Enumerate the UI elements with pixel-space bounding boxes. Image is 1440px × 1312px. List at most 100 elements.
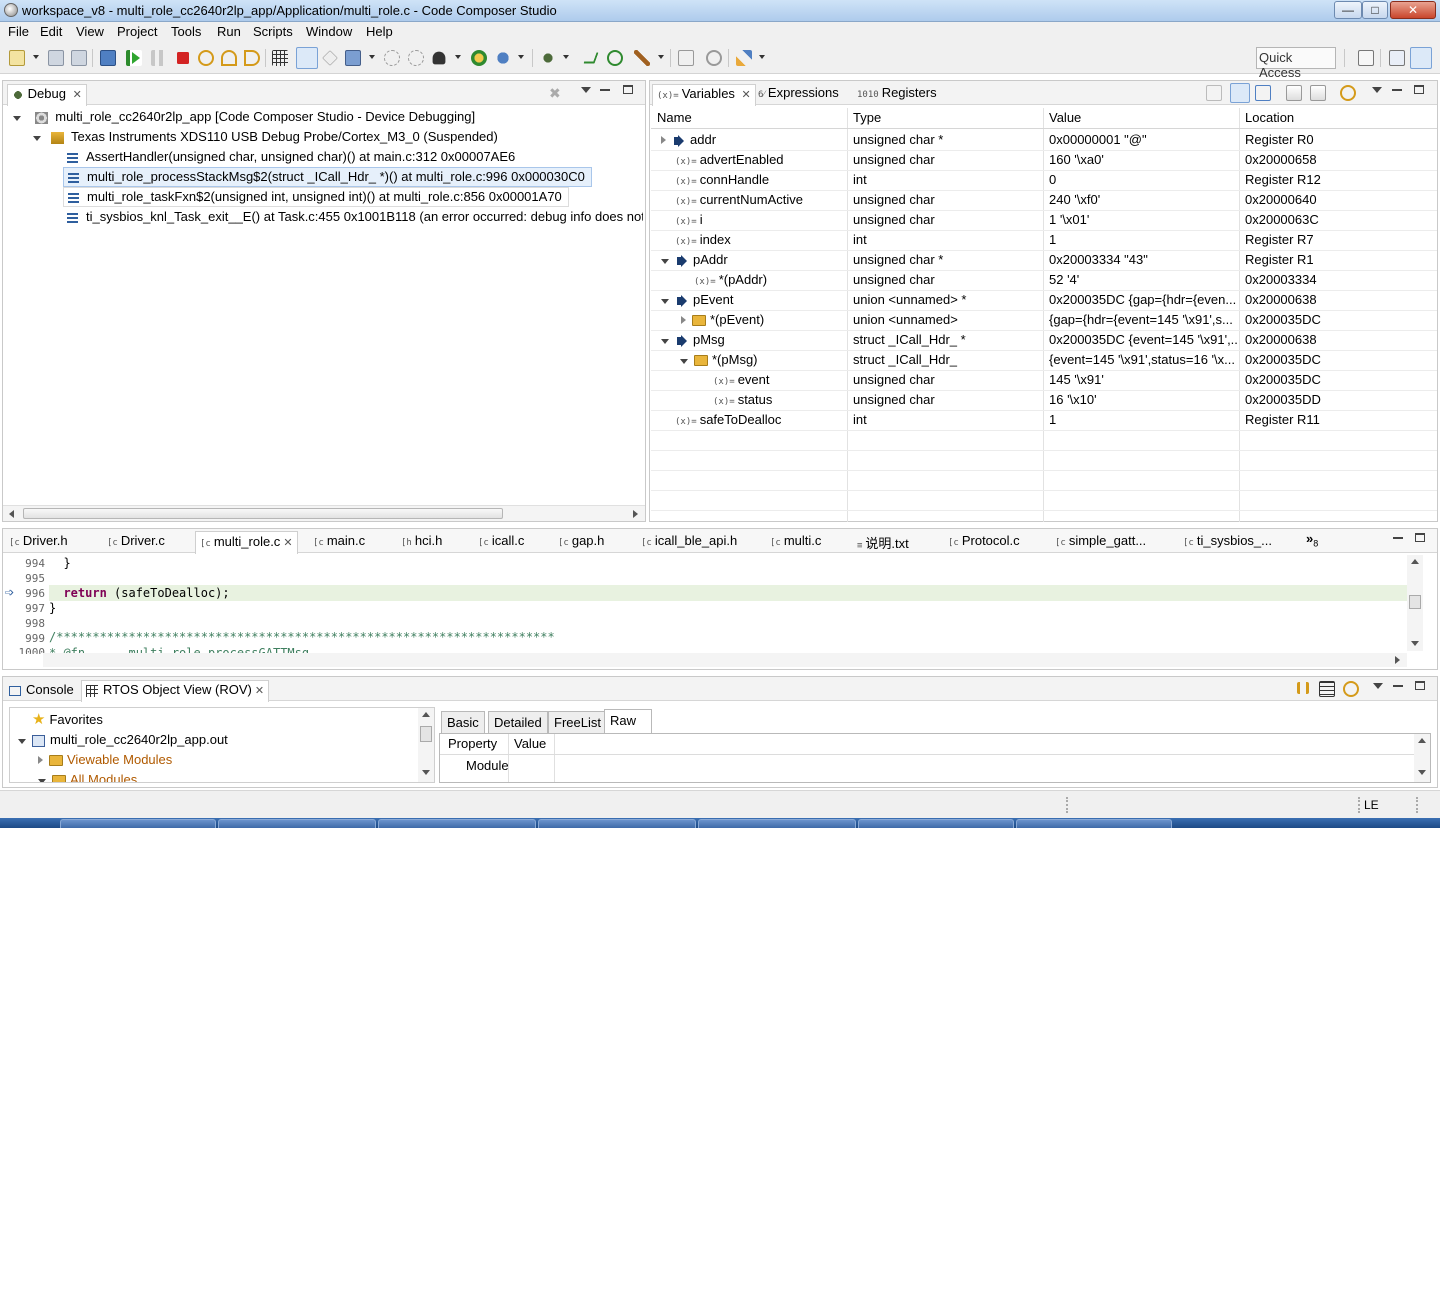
view-menu-icon[interactable] bbox=[1373, 683, 1383, 689]
save-table-icon[interactable] bbox=[1319, 681, 1335, 697]
collapse-icon[interactable] bbox=[661, 299, 669, 304]
scroll-up-icon[interactable] bbox=[1411, 559, 1419, 564]
table-row[interactable]: addr bbox=[661, 130, 847, 150]
external-tool-dropdown-icon[interactable] bbox=[518, 55, 524, 59]
taskbar-button[interactable] bbox=[218, 819, 376, 828]
table-row[interactable]: pEvent bbox=[661, 290, 847, 310]
debug-bug-icon[interactable] bbox=[432, 51, 446, 65]
stack-frame-row[interactable]: AssertHandler(unsigned char, unsigned ch… bbox=[67, 147, 515, 167]
scroll-right-icon[interactable] bbox=[633, 510, 638, 518]
expand-icon[interactable] bbox=[681, 316, 686, 324]
var-value[interactable]: {gap={hdr={event=145 '\x91',s... bbox=[1049, 310, 1239, 330]
taskbar-button[interactable] bbox=[60, 819, 216, 828]
var-value[interactable]: 52 '4' bbox=[1049, 270, 1239, 290]
collapse-icon[interactable] bbox=[661, 259, 669, 264]
collapse-icon[interactable] bbox=[18, 739, 26, 744]
var-value[interactable]: 145 '\x91' bbox=[1049, 370, 1239, 390]
taskbar-button[interactable] bbox=[858, 819, 1014, 828]
menu-file[interactable]: File bbox=[8, 24, 29, 39]
tab-expressions[interactable]: 6⁄ Expressions bbox=[758, 85, 839, 100]
close-button[interactable]: ✕ bbox=[1390, 1, 1436, 19]
table-row[interactable]: (x)= advertEnabled bbox=[675, 150, 847, 170]
property-cell[interactable]: Module bbox=[466, 756, 508, 776]
load-dropdown-icon[interactable] bbox=[369, 55, 375, 59]
add-global-icon[interactable] bbox=[1286, 85, 1302, 101]
pen-tool-icon[interactable] bbox=[736, 50, 752, 66]
maximize-icon[interactable] bbox=[1415, 681, 1425, 690]
table-row[interactable]: (x)= index bbox=[675, 230, 847, 250]
menu-tools[interactable]: Tools bbox=[171, 24, 201, 39]
code-line[interactable]: } bbox=[49, 556, 70, 570]
var-value[interactable]: 1 bbox=[1049, 410, 1239, 430]
table-row[interactable]: (x)= event bbox=[713, 370, 847, 390]
pause-icon[interactable] bbox=[1297, 682, 1309, 694]
tab-gap-h[interactable]: [c gap.h bbox=[558, 533, 604, 548]
step-icon[interactable] bbox=[583, 52, 599, 64]
terminate-icon[interactable] bbox=[177, 52, 189, 64]
reset-icon[interactable] bbox=[384, 50, 400, 66]
table-row[interactable]: (x)= connHandle bbox=[675, 170, 847, 190]
stack-frame-row[interactable]: ti_sysbios_knl_Task_exit__E() at Task.c:… bbox=[67, 207, 643, 227]
run-tool-icon[interactable] bbox=[471, 50, 487, 66]
scroll-up-icon[interactable] bbox=[1418, 738, 1426, 743]
scroll-thumb[interactable] bbox=[1409, 595, 1421, 609]
menu-edit[interactable]: Edit bbox=[40, 24, 62, 39]
table-row[interactable]: pAddr bbox=[661, 250, 847, 270]
show-type-names-icon[interactable] bbox=[1206, 85, 1222, 101]
save-all-icon[interactable] bbox=[71, 50, 87, 66]
table-row[interactable]: (x)= i bbox=[675, 210, 847, 230]
close-icon[interactable]: ✕ bbox=[742, 89, 751, 101]
stack-frame-row[interactable]: multi_role_taskFxn$2(unsigned int, unsig… bbox=[63, 187, 569, 207]
new-dropdown-icon[interactable] bbox=[33, 55, 39, 59]
column-header-property[interactable]: Property bbox=[448, 734, 497, 754]
external-tool-icon[interactable] bbox=[495, 50, 511, 66]
debug-hscrollbar[interactable] bbox=[3, 505, 645, 521]
tab-simple-gatt[interactable]: [c simple_gatt... bbox=[1055, 533, 1146, 548]
column-header-name[interactable]: Name bbox=[657, 108, 692, 128]
tab-registers[interactable]: 1010 Registers bbox=[857, 85, 937, 100]
rov-tab-freelist[interactable]: FreeList bbox=[548, 711, 607, 733]
tree-item-favorites[interactable]: ★ Favorites bbox=[32, 710, 103, 730]
step-over-icon[interactable] bbox=[221, 50, 237, 66]
var-value[interactable]: 0 bbox=[1049, 170, 1239, 190]
minimize-icon[interactable] bbox=[1393, 685, 1403, 687]
var-value[interactable]: 0x00000001 "@" bbox=[1049, 130, 1239, 150]
remove-terminated-icon[interactable]: ✖ bbox=[549, 85, 561, 102]
new-icon[interactable] bbox=[9, 50, 25, 66]
open-perspective-button-icon[interactable] bbox=[1358, 50, 1374, 66]
collapse-all-icon[interactable] bbox=[1255, 85, 1271, 101]
tab-driver-h[interactable]: [c Driver.h bbox=[9, 533, 68, 548]
menu-scripts[interactable]: Scripts bbox=[253, 24, 293, 39]
scroll-thumb[interactable] bbox=[23, 508, 503, 519]
tab-protocol-c[interactable]: [c Protocol.c bbox=[948, 533, 1020, 548]
rov-tab-detailed[interactable]: Detailed bbox=[488, 711, 548, 733]
tab-main-c[interactable]: [c main.c bbox=[313, 533, 365, 548]
remove-global-icon[interactable] bbox=[1310, 85, 1326, 101]
minimize-icon[interactable] bbox=[600, 89, 610, 91]
tab-overflow-button[interactable]: »8 bbox=[1306, 531, 1318, 549]
var-value[interactable]: 16 '\x10' bbox=[1049, 390, 1239, 410]
menu-view[interactable]: View bbox=[76, 24, 104, 39]
tab-variables[interactable]: (x)= Variables ✕ bbox=[652, 84, 756, 106]
view-menu-icon[interactable] bbox=[1372, 87, 1382, 93]
var-value[interactable]: {event=145 '\x91',status=16 '\x... bbox=[1049, 350, 1239, 370]
expand-icon[interactable] bbox=[33, 136, 41, 141]
tab-rov[interactable]: RTOS Object View (ROV) ✕ bbox=[81, 680, 270, 702]
scroll-down-icon[interactable] bbox=[1411, 641, 1419, 646]
var-value[interactable]: 1 '\x01' bbox=[1049, 210, 1239, 230]
cc-debug-perspective-icon[interactable] bbox=[1410, 47, 1432, 69]
expand-icon[interactable] bbox=[38, 756, 43, 764]
collapse-icon[interactable] bbox=[661, 339, 669, 344]
build-dropdown-icon[interactable] bbox=[658, 55, 664, 59]
var-value[interactable]: 160 '\xa0' bbox=[1049, 150, 1239, 170]
suspend-icon[interactable] bbox=[151, 50, 167, 66]
debug-dropdown-icon[interactable] bbox=[455, 55, 461, 59]
var-value[interactable]: 0x200035DC {event=145 '\x91',... bbox=[1049, 330, 1239, 350]
save-icon[interactable] bbox=[48, 50, 64, 66]
step-return-icon[interactable] bbox=[244, 50, 260, 66]
menu-project[interactable]: Project bbox=[117, 24, 157, 39]
var-value[interactable]: 0x200035DC {gap={hdr={even... bbox=[1049, 290, 1239, 310]
close-icon[interactable]: ✕ bbox=[255, 685, 264, 697]
tab-icall-ble-api-h[interactable]: [c icall_ble_api.h bbox=[641, 533, 737, 548]
scroll-down-icon[interactable] bbox=[1418, 770, 1426, 775]
